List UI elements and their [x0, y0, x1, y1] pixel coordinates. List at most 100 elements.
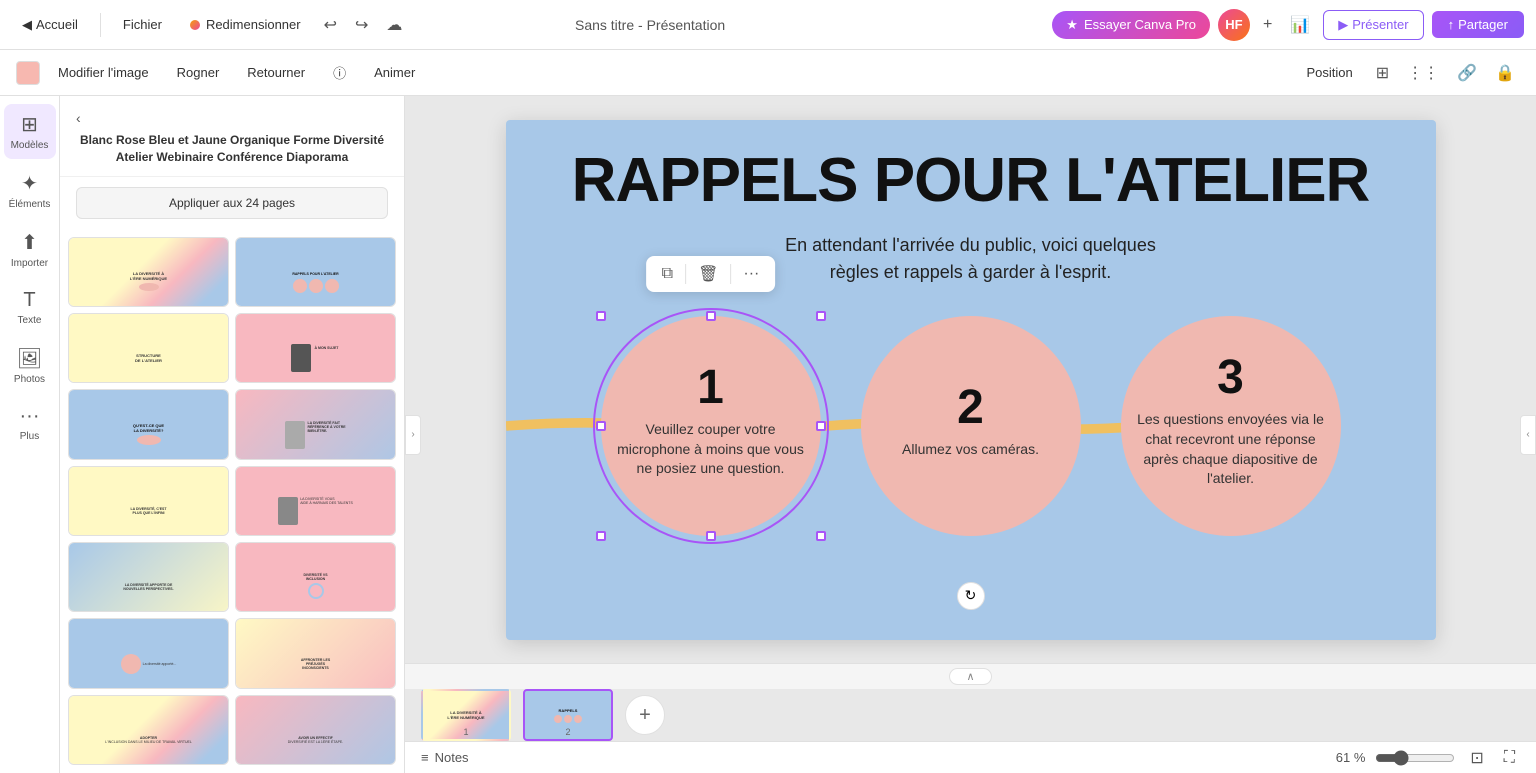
try-pro-button[interactable]: ★ Essayer Canva Pro	[1052, 11, 1210, 39]
add-slide-button[interactable]: +	[625, 695, 665, 735]
handle-br[interactable]	[816, 531, 826, 541]
nav-item-importer[interactable]: ⬆ Importer	[4, 222, 56, 277]
filmstrip-toggle-btn[interactable]: ∧	[949, 668, 991, 685]
circle-2-number: 2	[957, 384, 984, 432]
lock-button[interactable]: 🔒	[1490, 58, 1520, 88]
copy-button[interactable]: ⧉	[654, 261, 681, 287]
distribute-button[interactable]: ⋮⋮	[1402, 58, 1444, 88]
crop-button[interactable]: Rogner	[167, 60, 230, 85]
slide-thumb-5[interactable]: QU'EST-CE QUE LA DIVERSITÉ?	[68, 389, 229, 459]
slide-thumb-12[interactable]: AFFRONTER LES PRÉJUGÉS INCONSCIENTS	[235, 618, 396, 688]
avatar-button[interactable]: HF	[1218, 9, 1250, 41]
plus-icon: ···	[20, 405, 40, 428]
present-button[interactable]: ▶ Présenter	[1323, 10, 1423, 40]
slide-thumb-9[interactable]: LA DIVERSITÉ APPORTE DE NOUVELLES PERSPE…	[68, 542, 229, 612]
cloud-icon: ☁	[386, 17, 402, 34]
slide-thumb-13[interactable]: ADOPTER L'INCLUSION DANS LE MILIEU DE TR…	[68, 695, 229, 765]
align-button[interactable]: ⊞	[1371, 58, 1394, 88]
fullscreen-button[interactable]: ⛶	[1499, 744, 1520, 772]
fit-screen-icon: ⊡	[1470, 750, 1483, 767]
slide-thumb-6[interactable]: LA DIVERSITÉ FAITRÉFÉRENCE À VOTREBIEN-Ê…	[235, 389, 396, 459]
flip-label: Retourner	[247, 65, 305, 80]
chart-icon: 📊	[1290, 17, 1310, 34]
left-sidebar: ‹ Blanc Rose Bleu et Jaune Organique For…	[60, 96, 405, 773]
nav-item-photos[interactable]: 🖼 Photos	[4, 338, 56, 393]
slide-thumb-8[interactable]: LA DIVERSITÉ VOUSAIDE À HARNAIS DES TALE…	[235, 466, 396, 536]
filmstrip-slide-1[interactable]: LA DIVERSITÉ ÀL'ÈRE NUMÉRIQUE 1	[421, 689, 511, 741]
circle-3[interactable]: 3 Les questions envoyées via le chat rec…	[1121, 316, 1341, 536]
notes-section[interactable]: ≡ Notes	[421, 750, 469, 765]
crop-label: Rogner	[177, 65, 220, 80]
filmstrip-item-2[interactable]: RAPPELS 2	[523, 689, 613, 741]
more-icon: ···	[743, 265, 759, 282]
add-slide-icon: +	[639, 704, 651, 727]
nav-item-elements[interactable]: ✦ Éléments	[4, 163, 56, 218]
hide-left-panel-button[interactable]: ›	[405, 415, 421, 455]
color-swatch[interactable]	[16, 61, 40, 85]
handle-tl[interactable]	[596, 311, 606, 321]
filmstrip-item-1[interactable]: LA DIVERSITÉ ÀL'ÈRE NUMÉRIQUE 1	[421, 689, 511, 741]
handle-bottom[interactable]	[706, 531, 716, 541]
copy-icon: ⧉	[662, 265, 673, 282]
play-icon: ▶	[1338, 17, 1348, 33]
hide-right-panel-button[interactable]: ‹	[1520, 415, 1536, 455]
handle-left[interactable]	[596, 421, 606, 431]
animate-label: Animer	[374, 65, 415, 80]
cloud-button[interactable]: ☁	[381, 10, 407, 40]
chart-button[interactable]: 📊	[1285, 10, 1315, 40]
filmstrip-slide-2[interactable]: RAPPELS 2	[523, 689, 613, 741]
circle-2[interactable]: 2 Allumez vos caméras.	[861, 316, 1081, 536]
elements-icon: ✦	[21, 171, 38, 196]
slide-thumb-10[interactable]: DIVERSITÉ VS INCLUSION	[235, 542, 396, 612]
thumb-content-10: DIVERSITÉ VS INCLUSION	[236, 543, 395, 612]
handle-bl[interactable]	[596, 531, 606, 541]
circle-1[interactable]: ⧉ 🗑 ···	[601, 316, 821, 536]
back-label: Accueil	[36, 17, 78, 32]
filmstrip-num-2: 2	[565, 727, 570, 737]
thumb-content-13: ADOPTER L'INCLUSION DANS LE MILIEU DE TR…	[69, 696, 228, 765]
canvas-slide[interactable]: RAPPELS POUR L'ATELIER En attendant l'ar…	[506, 120, 1436, 640]
rotate-button[interactable]: ↻	[957, 582, 985, 610]
more-button[interactable]: ···	[735, 261, 767, 287]
slide-thumb-4[interactable]: À MON SUJET	[235, 313, 396, 383]
undo-button[interactable]: ↩	[319, 10, 342, 40]
circle-2-text: Allumez vos caméras.	[886, 432, 1055, 468]
slide-thumb-7[interactable]: LA DIVERSITÉ, C'EST PLUS QUE L'INFINI	[68, 466, 229, 536]
thumb-content-9: LA DIVERSITÉ APPORTE DE NOUVELLES PERSPE…	[69, 543, 228, 612]
share-button[interactable]: ↑ Partager	[1432, 11, 1524, 38]
delete-button[interactable]: 🗑	[690, 260, 726, 288]
handle-top[interactable]	[706, 311, 716, 321]
redo-icon: ↪	[355, 17, 368, 34]
nav-item-plus[interactable]: ··· Plus	[4, 397, 56, 450]
info-button[interactable]: ⓘ	[323, 58, 356, 87]
avatar-initials: HF	[1225, 17, 1242, 32]
resize-button[interactable]: Redimensionner	[180, 12, 311, 37]
modify-image-button[interactable]: Modifier l'image	[48, 60, 159, 85]
nav-item-texte[interactable]: T Texte	[4, 281, 56, 334]
handle-tr[interactable]	[816, 311, 826, 321]
sidebar-title: Blanc Rose Bleu et Jaune Organique Forme…	[76, 132, 388, 166]
link-button[interactable]: 🔗	[1452, 58, 1482, 88]
thumb-content-11: La diversité apporté...	[69, 619, 228, 688]
slide-thumb-3[interactable]: STRUCTURE DE L'ATELIER	[68, 313, 229, 383]
flip-button[interactable]: Retourner	[237, 60, 315, 85]
handle-right[interactable]	[816, 421, 826, 431]
zoom-slider[interactable]	[1375, 750, 1455, 766]
fit-screen-button[interactable]: ⊡	[1465, 743, 1488, 773]
slide-thumb-11[interactable]: La diversité apporté...	[68, 618, 229, 688]
position-button[interactable]: Position	[1297, 60, 1363, 85]
slide-thumb-2[interactable]: RAPPELS POUR L'ATELIER	[235, 237, 396, 307]
slide-thumb-14[interactable]: AVOIR UN EFFECTIF DIVERSIFIÉ EST LA 1ÈRE…	[235, 695, 396, 765]
redo-button[interactable]: ↪	[350, 10, 373, 40]
resize-label: Redimensionner	[206, 17, 301, 32]
sidebar-back-button[interactable]: ‹	[76, 110, 81, 126]
file-button[interactable]: Fichier	[113, 12, 172, 37]
modeles-icon: ⊞	[21, 112, 38, 137]
main-area: ⊞ Modèles ✦ Éléments ⬆ Importer T Texte …	[0, 96, 1536, 773]
apply-all-button[interactable]: Appliquer aux 24 pages	[76, 187, 388, 219]
back-button[interactable]: ◀ Accueil	[12, 12, 88, 38]
animate-button[interactable]: Animer	[364, 60, 425, 85]
nav-item-modeles[interactable]: ⊞ Modèles	[4, 104, 56, 159]
slide-thumb-1[interactable]: LA DIVERSITÉ À L'ÈRE NUMÉRIQUE	[68, 237, 229, 307]
plus-person-button[interactable]: +	[1258, 11, 1277, 39]
